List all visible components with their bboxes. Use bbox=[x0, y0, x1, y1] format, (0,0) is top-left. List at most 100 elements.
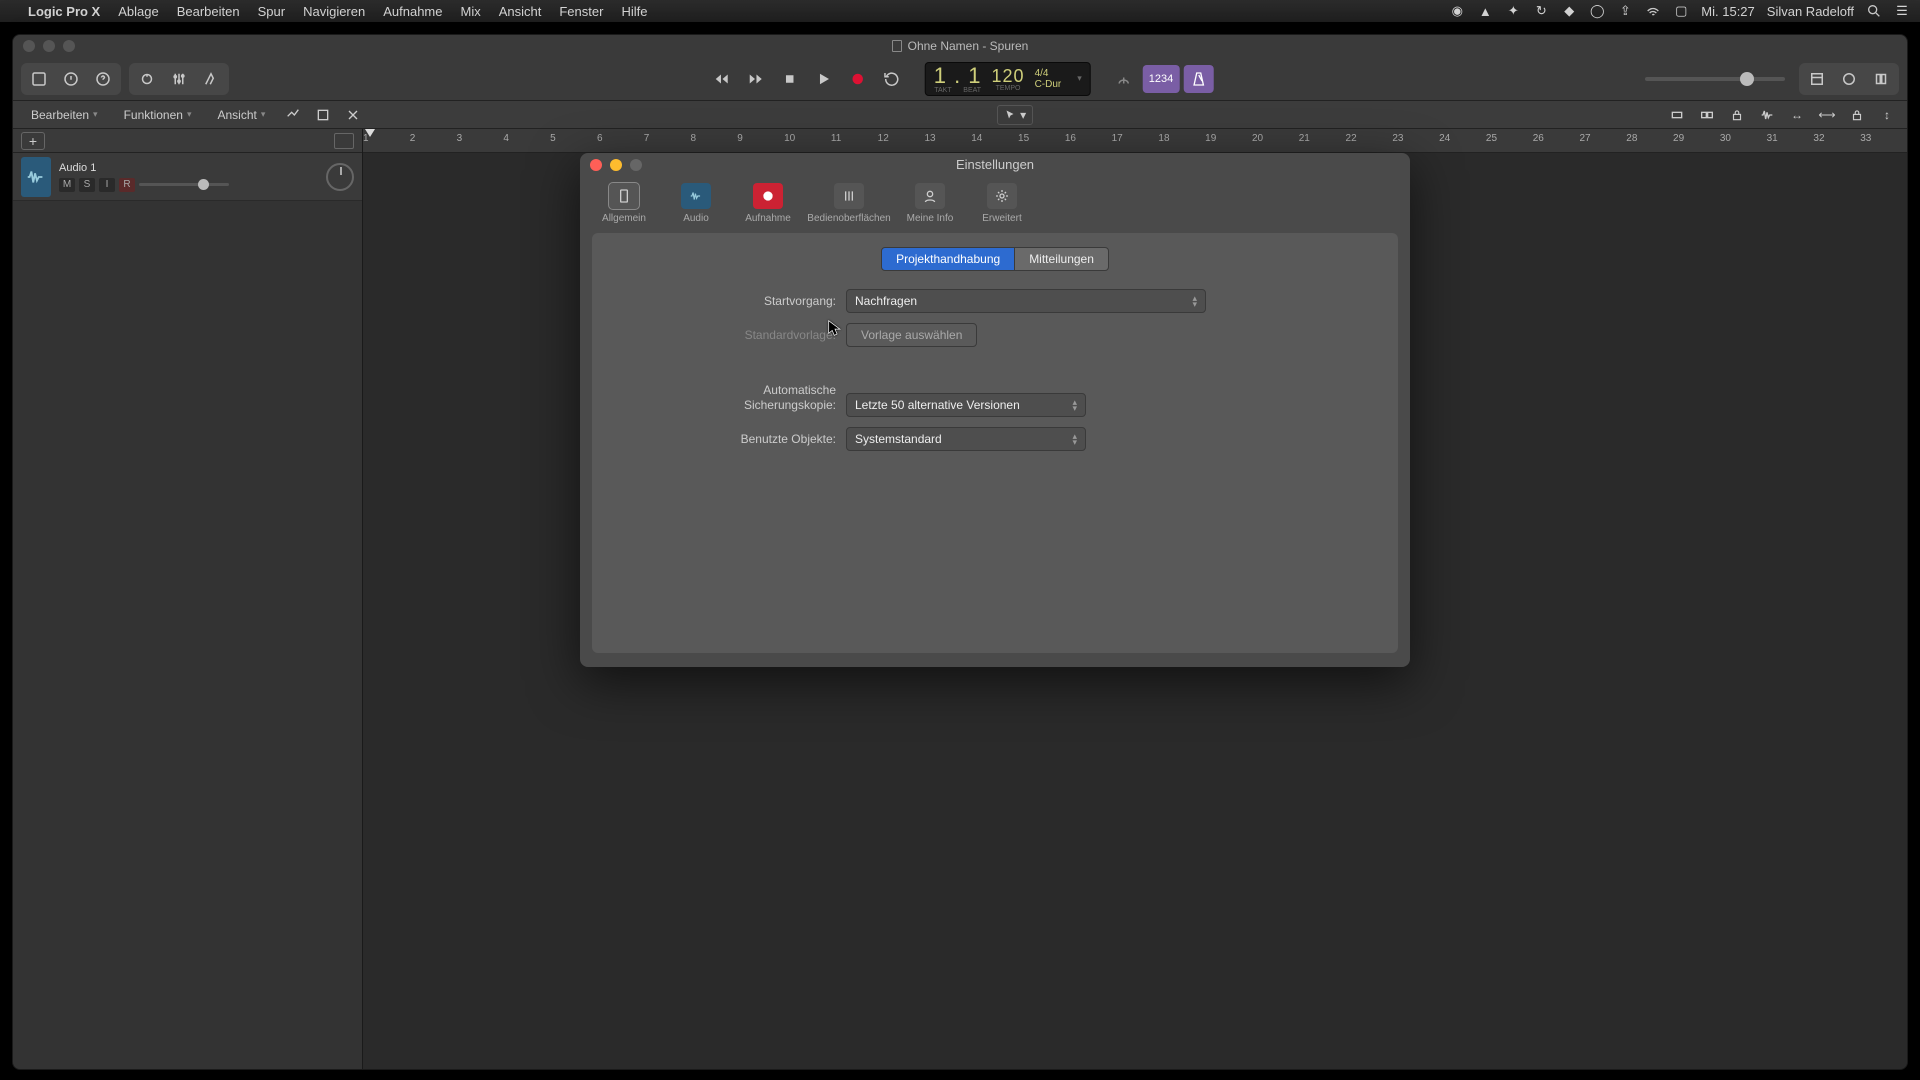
lcd-sig[interactable]: 4/4 bbox=[1035, 68, 1049, 79]
prefs-minimize-button[interactable] bbox=[610, 159, 622, 171]
pointer-tool-select[interactable]: ▾ bbox=[997, 105, 1033, 125]
status-icon-7[interactable]: ⇪ bbox=[1617, 3, 1633, 19]
record-button[interactable] bbox=[843, 64, 873, 94]
track-name[interactable]: Audio 1 bbox=[59, 162, 312, 174]
menu-icon[interactable]: ☰ bbox=[1894, 3, 1910, 19]
prefs-cat-general[interactable]: Allgemein bbox=[588, 180, 660, 227]
status-icon-2[interactable]: ▲ bbox=[1477, 3, 1493, 19]
stop-button[interactable] bbox=[775, 64, 805, 94]
window-zoom[interactable] bbox=[63, 40, 75, 52]
menu-bearbeiten[interactable]: Bearbeiten bbox=[177, 4, 240, 19]
library-toggle[interactable] bbox=[23, 65, 55, 93]
ruler-tick: 19 bbox=[1205, 133, 1216, 144]
status-icon-5[interactable]: ◆ bbox=[1561, 3, 1577, 19]
menu-ablage[interactable]: Ablage bbox=[118, 4, 158, 19]
tracks-functions-menu[interactable]: Funktionen▾ bbox=[116, 106, 200, 124]
tab-notifications[interactable]: Mitteilungen bbox=[1015, 247, 1109, 271]
list-editors-toggle[interactable] bbox=[1801, 65, 1833, 93]
prefs-close-button[interactable] bbox=[590, 159, 602, 171]
tracks-edit-menu[interactable]: Bearbeiten▾ bbox=[23, 106, 106, 124]
airplay-icon[interactable]: ▢ bbox=[1673, 3, 1689, 19]
play-button[interactable] bbox=[809, 64, 839, 94]
lcd-tempo[interactable]: 120 bbox=[992, 66, 1025, 87]
left-panel-toggles bbox=[21, 63, 121, 95]
lock2-icon[interactable] bbox=[1847, 105, 1867, 125]
menu-mix[interactable]: Mix bbox=[461, 4, 481, 19]
prefs-zoom-button[interactable] bbox=[630, 159, 642, 171]
select-startup[interactable]: Nachfragen▴▾ bbox=[846, 289, 1206, 313]
count-in-button[interactable]: 1234 bbox=[1143, 65, 1179, 93]
add-track-button[interactable]: + bbox=[21, 132, 45, 150]
menu-spur[interactable]: Spur bbox=[258, 4, 285, 19]
loops-toggle[interactable] bbox=[1865, 65, 1897, 93]
menu-ansicht[interactable]: Ansicht bbox=[499, 4, 542, 19]
window-close[interactable] bbox=[23, 40, 35, 52]
menubar-user[interactable]: Silvan Radeloff bbox=[1767, 4, 1854, 19]
doc-icon bbox=[892, 40, 902, 52]
snap-icon-2[interactable] bbox=[1697, 105, 1717, 125]
quickhelp-toggle[interactable] bbox=[87, 65, 119, 93]
auto-zoom-icon[interactable] bbox=[283, 105, 303, 125]
editors-toggle[interactable] bbox=[195, 65, 227, 93]
menu-navigieren[interactable]: Navigieren bbox=[303, 4, 365, 19]
prefs-cat-advanced[interactable]: Erweitert bbox=[966, 180, 1038, 227]
smart-controls-toggle[interactable] bbox=[131, 65, 163, 93]
prefs-cat-audio[interactable]: Audio bbox=[660, 180, 732, 227]
window-minimize[interactable] bbox=[43, 40, 55, 52]
status-icon-3[interactable]: ✦ bbox=[1505, 3, 1521, 19]
ruler-tick: 3 bbox=[457, 133, 463, 144]
track-solo-button[interactable]: S bbox=[79, 178, 95, 192]
track-record-enable[interactable]: R bbox=[119, 178, 135, 192]
prefs-cat-surfaces[interactable]: Bedienoberflächen bbox=[804, 180, 894, 227]
ruler-tick: 24 bbox=[1439, 133, 1450, 144]
menu-aufnahme[interactable]: Aufnahme bbox=[383, 4, 442, 19]
lcd-menu-icon[interactable]: ▾ bbox=[1077, 73, 1082, 84]
track-volume-slider[interactable] bbox=[139, 183, 229, 186]
prefs-cat-myinfo[interactable]: Meine Info bbox=[894, 180, 966, 227]
spotlight-icon[interactable] bbox=[1866, 3, 1882, 19]
flex-icon[interactable] bbox=[313, 105, 333, 125]
notes-toggle[interactable] bbox=[1833, 65, 1865, 93]
tracks-view-menu[interactable]: Ansicht▾ bbox=[209, 106, 273, 124]
mixer-toggle[interactable] bbox=[163, 65, 195, 93]
metronome-button[interactable] bbox=[1183, 65, 1213, 93]
vscale2-icon[interactable]: ↕ bbox=[1877, 105, 1897, 125]
lock-icon[interactable] bbox=[1727, 105, 1747, 125]
rewind-button[interactable] bbox=[707, 64, 737, 94]
menu-fenster[interactable]: Fenster bbox=[559, 4, 603, 19]
button-choose-template[interactable]: Vorlage auswählen bbox=[846, 323, 977, 347]
global-tracks-button[interactable] bbox=[334, 133, 354, 149]
select-used-objects[interactable]: Systemstandard▴▾ bbox=[846, 427, 1086, 451]
hscale-icon[interactable]: ⟷ bbox=[1817, 105, 1837, 125]
lcd-position[interactable]: 1 . 1 bbox=[934, 63, 982, 89]
menu-hilfe[interactable]: Hilfe bbox=[621, 4, 647, 19]
lcd-key[interactable]: C-Dur bbox=[1035, 79, 1062, 90]
wifi-icon[interactable] bbox=[1645, 3, 1661, 19]
track-input-button[interactable]: I bbox=[99, 178, 115, 192]
track-mute-button[interactable]: M bbox=[59, 178, 75, 192]
vscale-icon[interactable]: ↔ bbox=[1787, 105, 1807, 125]
master-volume-slider[interactable] bbox=[1645, 77, 1785, 81]
tuner-button[interactable] bbox=[1109, 64, 1139, 94]
track-pan-knob[interactable] bbox=[326, 163, 354, 191]
timeline-ruler[interactable]: 1234567891011121314151617181920212223242… bbox=[363, 129, 1907, 153]
ruler-tick: 33 bbox=[1860, 133, 1871, 144]
cycle-button[interactable] bbox=[877, 64, 907, 94]
tool3-icon[interactable] bbox=[343, 105, 363, 125]
waveform-zoom-icon[interactable] bbox=[1757, 105, 1777, 125]
track-row[interactable]: Audio 1 M S I R bbox=[13, 153, 362, 201]
status-icon-4[interactable]: ↻ bbox=[1533, 3, 1549, 19]
status-icon-6[interactable]: ◯ bbox=[1589, 3, 1605, 19]
main-toolbar: 1 . 1TAKT BEAT 120TEMPO 4/4C-Dur ▾ 1234 bbox=[13, 57, 1907, 101]
status-icon-1[interactable]: ◉ bbox=[1449, 3, 1465, 19]
inspector-toggle[interactable] bbox=[55, 65, 87, 93]
track-list: + Audio 1 M S I R bbox=[13, 129, 363, 1069]
prefs-cat-record[interactable]: Aufnahme bbox=[732, 180, 804, 227]
snap-icon[interactable] bbox=[1667, 105, 1687, 125]
lcd-display[interactable]: 1 . 1TAKT BEAT 120TEMPO 4/4C-Dur ▾ bbox=[925, 62, 1091, 96]
select-backup[interactable]: Letzte 50 alternative Versionen▴▾ bbox=[846, 393, 1086, 417]
app-menu[interactable]: Logic Pro X bbox=[28, 4, 100, 19]
menubar-clock[interactable]: Mi. 15:27 bbox=[1701, 4, 1754, 19]
tab-project-handling[interactable]: Projekthandhabung bbox=[881, 247, 1015, 271]
forward-button[interactable] bbox=[741, 64, 771, 94]
